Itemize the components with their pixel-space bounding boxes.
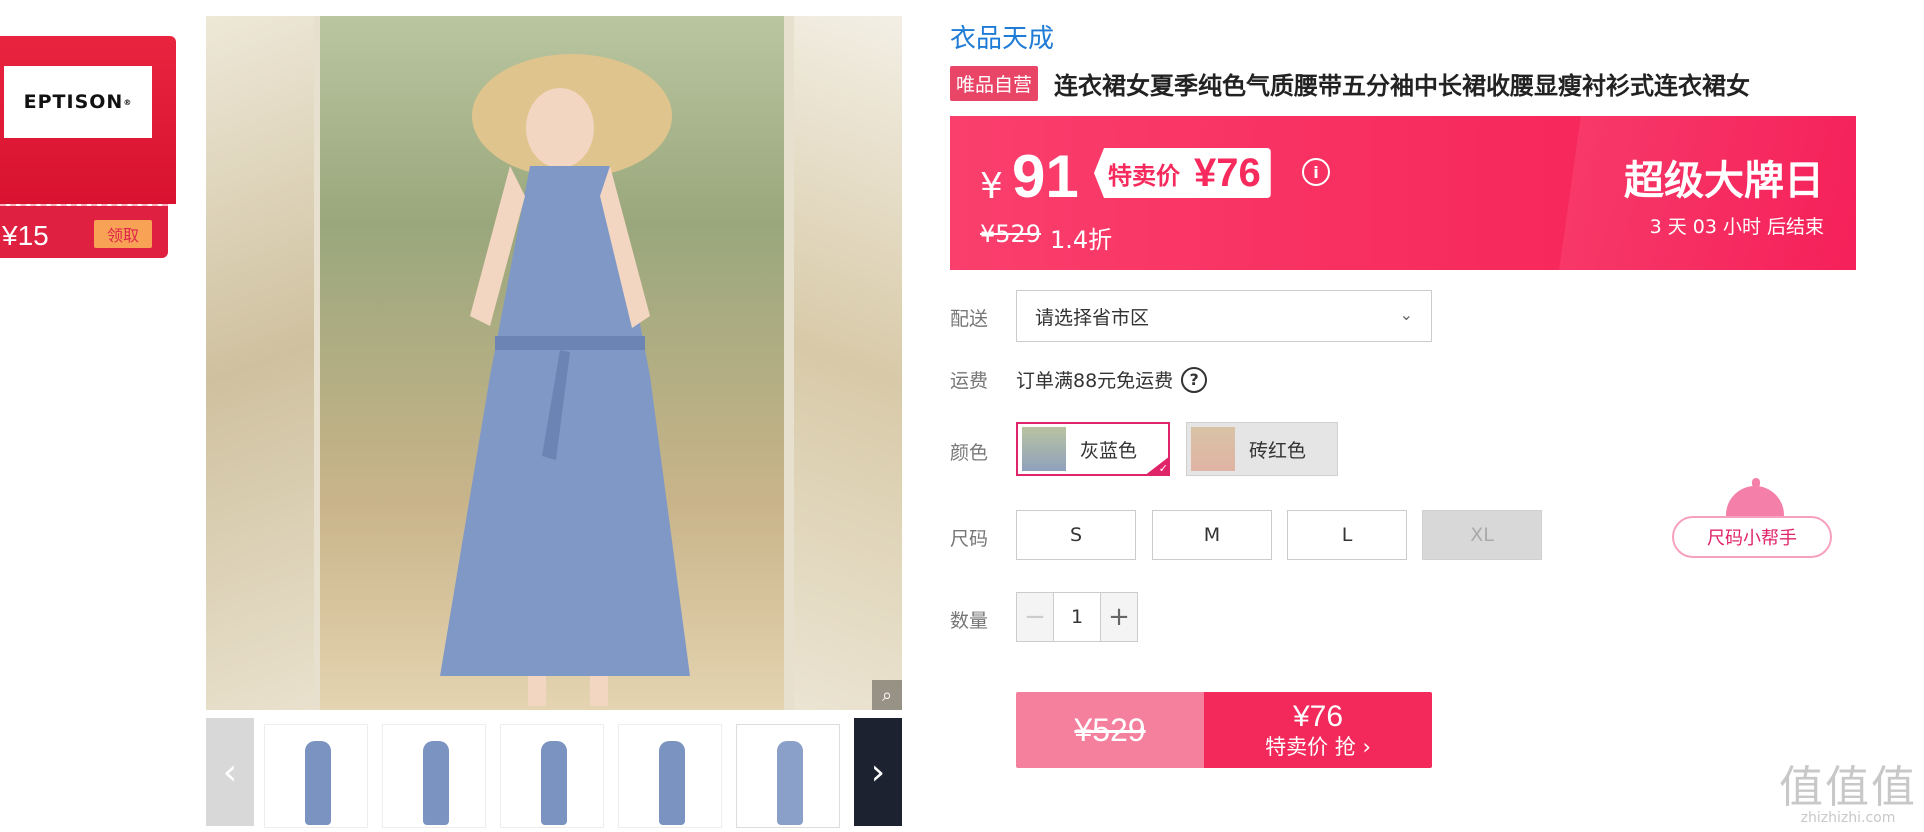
buy-now-area[interactable]: ¥76 特卖价 抢 › (1204, 692, 1432, 768)
magnifier-icon[interactable]: ⌕ (872, 680, 902, 710)
shipping-label: 运费 (950, 370, 989, 392)
title-row: 唯品自营 连衣裙女夏季纯色气质腰带五分袖中长裙收腰显瘦衬衫式连衣裙女 (950, 66, 1750, 101)
brand-logo-text: EPTISON (23, 91, 124, 113)
region-select[interactable]: 请选择省市区 ⌄ (1016, 290, 1432, 342)
coupon-amount: ¥15 (2, 220, 49, 251)
region-select-value: 请选择省市区 (1035, 306, 1150, 329)
quantity-stepper: − 1 + (1016, 592, 1138, 642)
brand-logo-mark: ® (123, 97, 133, 107)
thumbnail-1[interactable] (264, 724, 368, 828)
brand-link[interactable]: 衣品天成 (950, 18, 1054, 55)
help-icon[interactable]: ? (1181, 366, 1208, 393)
thumb-next-arrow-icon[interactable]: › (854, 718, 902, 826)
check-icon: ✓ (1144, 456, 1170, 476)
sale-price-label: 特卖价 (1108, 161, 1180, 190)
thumbnail-photo (305, 741, 331, 825)
buy-label: 特卖价 抢 › (1265, 735, 1371, 759)
chevron-down-icon: ⌄ (1399, 305, 1413, 324)
watermark-logo: 值值值 (1779, 762, 1917, 813)
shipping-text: 订单满88元免运费 (1016, 370, 1174, 392)
event-title: 超级大牌日 (1624, 158, 1824, 204)
thumbnail-photo (659, 741, 685, 825)
color-option-label: 砖红色 (1249, 439, 1307, 462)
coupon-footer: ¥15 领取 (0, 206, 168, 258)
delivery-label: 配送 (950, 308, 989, 330)
quantity-label: 数量 (950, 610, 989, 632)
color-label: 颜色 (950, 442, 989, 464)
thumbnail-photo (777, 741, 803, 825)
buy-button[interactable]: ¥529 ¥76 特卖价 抢 › (1016, 692, 1432, 768)
sale-price-tag: 特卖价 ¥76 (1094, 148, 1271, 198)
thumbnail-3[interactable] (500, 724, 604, 828)
price-currency: ¥ (980, 166, 1003, 207)
thumbnail-2[interactable] (382, 724, 486, 828)
coupon-claim-button[interactable]: 领取 (94, 220, 152, 248)
thumbnail-photo (423, 741, 449, 825)
main-image[interactable]: ⌕ (206, 16, 902, 710)
model-illustration (440, 54, 690, 706)
brand-logo: EPTISON ® (4, 66, 152, 138)
size-helper-button[interactable]: 尺码小帮手 (1672, 516, 1832, 558)
price-main: 91 (1012, 143, 1079, 210)
main-photo (320, 16, 784, 710)
countdown-timer: 3 天 03 小时 后结束 (1649, 216, 1824, 238)
original-price: ¥529 (980, 220, 1042, 248)
product-title: 连衣裙女夏季纯色气质腰带五分袖中长裙收腰显瘦衬衫式连衣裙女 (1054, 72, 1751, 100)
sale-price-value: ¥76 (1194, 150, 1261, 195)
size-option-l[interactable]: L (1287, 510, 1407, 560)
buy-original-price: ¥529 (1016, 692, 1204, 768)
discount-rate: 1.4折 (1050, 226, 1113, 254)
price-panel: ¥ 91 特卖价 ¥76 i ¥529 1.4折 超级大牌日 3 天 03 小时… (950, 116, 1856, 270)
quantity-decrease-button[interactable]: − (1017, 593, 1053, 641)
color-swatch (1191, 427, 1235, 471)
quantity-input[interactable]: 1 (1053, 593, 1101, 641)
thumbnail-5[interactable] (736, 724, 840, 828)
product-gallery: ⌕ (206, 16, 902, 710)
size-option-m[interactable]: M (1152, 510, 1272, 560)
color-option-label: 灰蓝色 (1080, 439, 1138, 462)
thumbnail-photo (541, 741, 567, 825)
color-option-gray-blue[interactable]: 灰蓝色 ✓ (1016, 422, 1170, 476)
gallery-prev-preview (206, 16, 314, 710)
size-option-xl: XL (1422, 510, 1542, 560)
buy-price: ¥76 (1292, 700, 1344, 733)
thumbnail-strip: ‹ › (206, 718, 902, 828)
size-label: 尺码 (950, 528, 989, 550)
site-watermark: 值值值 zhizhizhi.com (1778, 762, 1918, 827)
color-swatch (1022, 427, 1066, 471)
shipping-info: 订单满88元免运费 ? (1016, 366, 1208, 393)
color-option-brick-red[interactable]: 砖红色 (1186, 422, 1338, 476)
quantity-increase-button[interactable]: + (1101, 593, 1137, 641)
size-option-s[interactable]: S (1016, 510, 1136, 560)
coupon-header: EPTISON ® (0, 36, 176, 204)
thumb-prev-arrow-icon[interactable]: ‹ (206, 718, 254, 826)
info-icon[interactable]: i (1302, 158, 1330, 186)
brand-coupon-card: EPTISON ® ¥15 领取 (0, 36, 176, 264)
thumbnail-4[interactable] (618, 724, 722, 828)
gallery-next-preview (794, 16, 902, 710)
self-operated-badge: 唯品自营 (950, 66, 1039, 101)
